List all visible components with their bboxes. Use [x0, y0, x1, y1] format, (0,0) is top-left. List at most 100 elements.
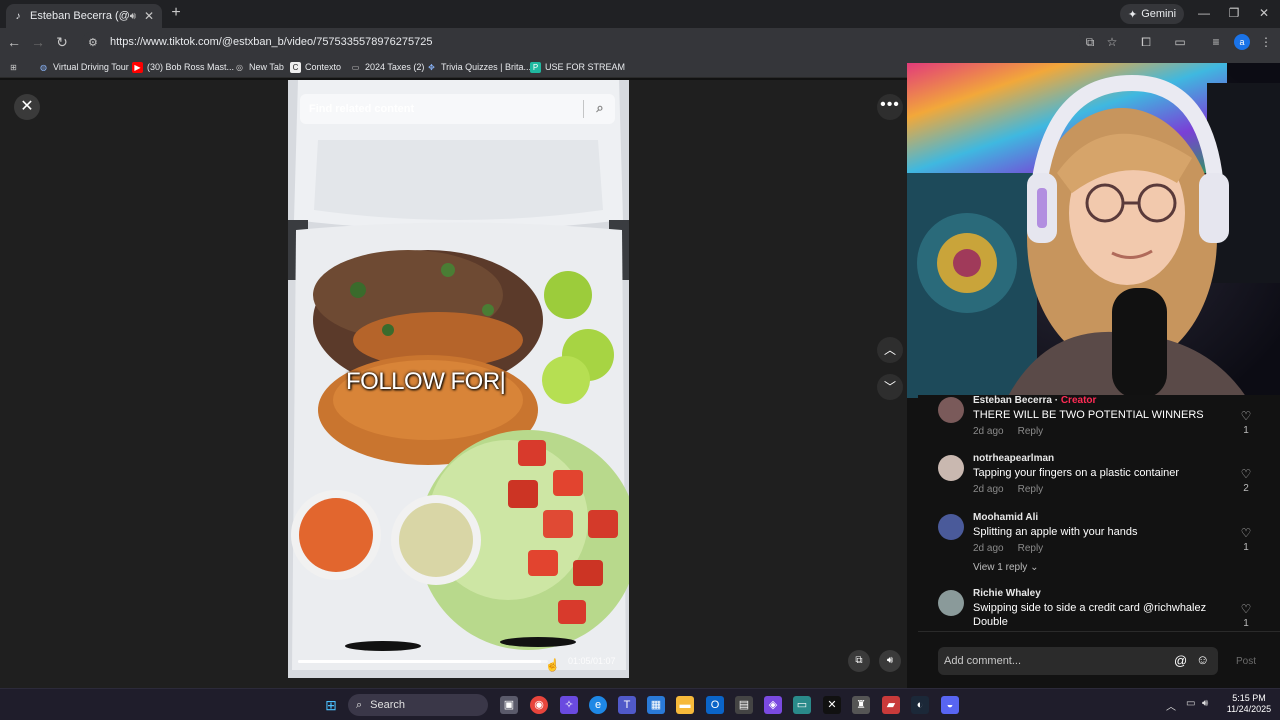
extensions-icon[interactable]: ⧠ — [1138, 34, 1154, 50]
mention-icon[interactable]: @ — [1174, 653, 1187, 668]
bookmark-virtual-driving-tour[interactable]: ◍ Virtual Driving Tour — [38, 60, 129, 74]
comment-composer: Add comment... @ ☺ Post — [918, 631, 1280, 688]
bookmark-use-for-stream[interactable]: P USE FOR STREAM — [530, 60, 625, 74]
system-clock[interactable]: 5:15 PM 11/24/2025 — [1222, 693, 1276, 715]
comments-list: Esteban Becerra · Creator THERE WILL BE … — [918, 395, 1280, 631]
address-bar[interactable]: ⚙ https://www.tiktok.com/@estxban_b/vide… — [82, 31, 1082, 53]
reply-button[interactable]: Reply — [1018, 543, 1044, 554]
browser-tab[interactable]: ♪ Esteban Becerra (@estxban 🔊︎ ✕ — [6, 4, 162, 28]
like-heart-icon[interactable]: ♡ — [1238, 526, 1254, 540]
search-divider — [583, 100, 584, 118]
windows-taskbar: ⊞ ⌕ Search ▣ ◉ ✧ e T ▦ ▬ O ▤ ◈ ▭ ✕ ♜ ▰ ◐… — [0, 688, 1280, 720]
minimize-button[interactable]: — — [1194, 6, 1214, 20]
m365-icon[interactable]: ◈ — [764, 696, 782, 714]
site-info-icon[interactable]: ⚙ — [88, 36, 102, 49]
sidepanel-icon[interactable]: ▭ — [1172, 34, 1188, 50]
menu-kebab-icon[interactable]: ⋮ — [1258, 34, 1274, 50]
steam-icon[interactable]: ◐ — [911, 696, 929, 714]
outlook-icon[interactable]: O — [706, 696, 724, 714]
photos-icon[interactable]: ▦ — [647, 696, 665, 714]
windows-start-icon[interactable]: ⊞ — [322, 696, 340, 714]
comment-author-name: Esteban Becerra — [973, 395, 1052, 406]
video-player[interactable]: Find related content ⌕ FOLLOW FOR| ☝ 01:… — [288, 80, 629, 678]
store-icon[interactable]: ▤ — [735, 696, 753, 714]
reload-icon[interactable]: ↻ — [54, 34, 70, 50]
comment-author[interactable]: Moohamid Ali — [973, 512, 1038, 523]
apps-grid-icon[interactable]: ⊞ — [8, 60, 19, 74]
gemini-button[interactable]: ✦ Gemini — [1120, 4, 1185, 24]
comment-author[interactable]: Richie Whaley — [973, 588, 1041, 599]
video-progress-bar[interactable] — [298, 660, 548, 663]
close-window-button[interactable]: ✕ — [1254, 6, 1274, 20]
comment-age: 2d ago — [973, 426, 1004, 437]
add-comment-input[interactable]: Add comment... @ ☺ — [938, 647, 1218, 675]
chrome-icon[interactable]: ◉ — [530, 696, 548, 714]
comment-author-separator: · — [1051, 395, 1061, 406]
mouse-cursor-icon: ☝ — [545, 658, 560, 672]
reply-button[interactable]: Reply — [1018, 426, 1044, 437]
comment-age: 2d ago — [973, 543, 1004, 554]
task-view-icon[interactable]: ▣ — [500, 696, 518, 714]
post-button[interactable]: Post — [1236, 656, 1256, 667]
contexto-icon: C — [290, 61, 301, 73]
avatar[interactable] — [938, 397, 964, 423]
capcut-icon[interactable]: ✕ — [823, 696, 841, 714]
show-hidden-icons[interactable]: ︿ — [1166, 698, 1176, 713]
tiktok-video-page: ✕ ••• ︿ ﹀ Find related content ⌕ FOLLOW … — [0, 80, 907, 688]
streamlabs-icon[interactable]: ▰ — [882, 696, 900, 714]
next-video-button[interactable]: ﹀ — [877, 374, 903, 400]
emoji-icon[interactable]: ☺ — [1196, 652, 1209, 667]
teams-icon[interactable]: T — [618, 696, 636, 714]
volume-icon[interactable]: 🔊︎ — [879, 650, 901, 672]
bookmark-contexto[interactable]: C Contexto — [290, 60, 341, 74]
more-options-button[interactable]: ••• — [877, 94, 903, 120]
p-icon: P — [530, 61, 541, 73]
globe-icon: ◍ — [40, 62, 47, 72]
edge-icon[interactable]: e — [589, 696, 607, 714]
avatar[interactable] — [938, 590, 964, 616]
like-heart-icon[interactable]: ♡ — [1238, 409, 1254, 423]
chevron-down-icon: ⌄ — [1030, 562, 1039, 573]
bookmark-trivia-quizzes[interactable]: ✥ Trivia Quizzes | Brita... — [426, 60, 531, 74]
search-icon[interactable]: ⌕ — [592, 100, 608, 116]
discord-icon[interactable]: ◒ — [941, 696, 959, 714]
install-app-icon[interactable]: ⧉ — [1082, 34, 1098, 50]
avatar[interactable] — [938, 514, 964, 540]
previous-video-button[interactable]: ︿ — [877, 337, 903, 363]
like-heart-icon[interactable]: ♡ — [1238, 602, 1254, 616]
comment-author[interactable]: Esteban Becerra · Creator — [973, 395, 1096, 406]
reply-button[interactable]: Reply — [1018, 484, 1044, 495]
bookmark-new-tab[interactable]: ◎ New Tab — [234, 60, 284, 74]
comment-author[interactable]: notrheapearlman — [973, 453, 1054, 464]
find-related-search[interactable]: Find related content ⌕ — [300, 94, 615, 124]
profile-avatar[interactable]: a — [1234, 34, 1250, 50]
game-icon[interactable]: ♜ — [852, 696, 870, 714]
copilot-icon[interactable]: ✧ — [560, 696, 578, 714]
bookmark-label: New Tab — [249, 62, 284, 72]
bookmark-star-icon[interactable]: ☆ — [1104, 34, 1120, 50]
folder-icon: ▭ — [351, 62, 360, 72]
new-tab-button[interactable]: + — [168, 5, 184, 21]
youtube-icon: ▶ — [132, 61, 143, 73]
bookmark-bob-ross[interactable]: ▶ (30) Bob Ross Mast... — [132, 60, 234, 74]
like-heart-icon[interactable]: ♡ — [1238, 467, 1254, 481]
url-text: https://www.tiktok.com/@estxban_b/video/… — [110, 36, 433, 48]
like-count: 2 — [1243, 483, 1249, 494]
avatar[interactable] — [938, 455, 964, 481]
file-explorer-icon[interactable]: ▬ — [676, 696, 694, 714]
app-icon[interactable]: ▭ — [793, 696, 811, 714]
network-icon[interactable]: ▭ — [1186, 698, 1195, 709]
close-video-button[interactable]: ✕ — [14, 94, 40, 120]
media-controls-icon[interactable]: ≡ — [1208, 34, 1224, 50]
close-tab-icon[interactable]: ✕ — [142, 9, 156, 23]
taskbar-search[interactable]: ⌕ Search — [348, 694, 488, 716]
video-overlay-text: FOLLOW FOR| — [346, 368, 506, 395]
volume-icon[interactable]: 🔊︎ — [1202, 698, 1208, 709]
back-icon[interactable]: ← — [6, 34, 22, 50]
bookmark-folder-taxes[interactable]: ▭ 2024 Taxes (2) — [350, 60, 425, 74]
restore-button[interactable]: ❐ — [1224, 6, 1244, 20]
forward-icon[interactable]: → — [30, 34, 46, 50]
picture-in-picture-icon[interactable]: ⧉ — [848, 650, 870, 672]
speaker-icon[interactable]: 🔊︎ — [130, 11, 136, 22]
view-replies-button[interactable]: View 1 reply ⌄ — [973, 562, 1038, 573]
